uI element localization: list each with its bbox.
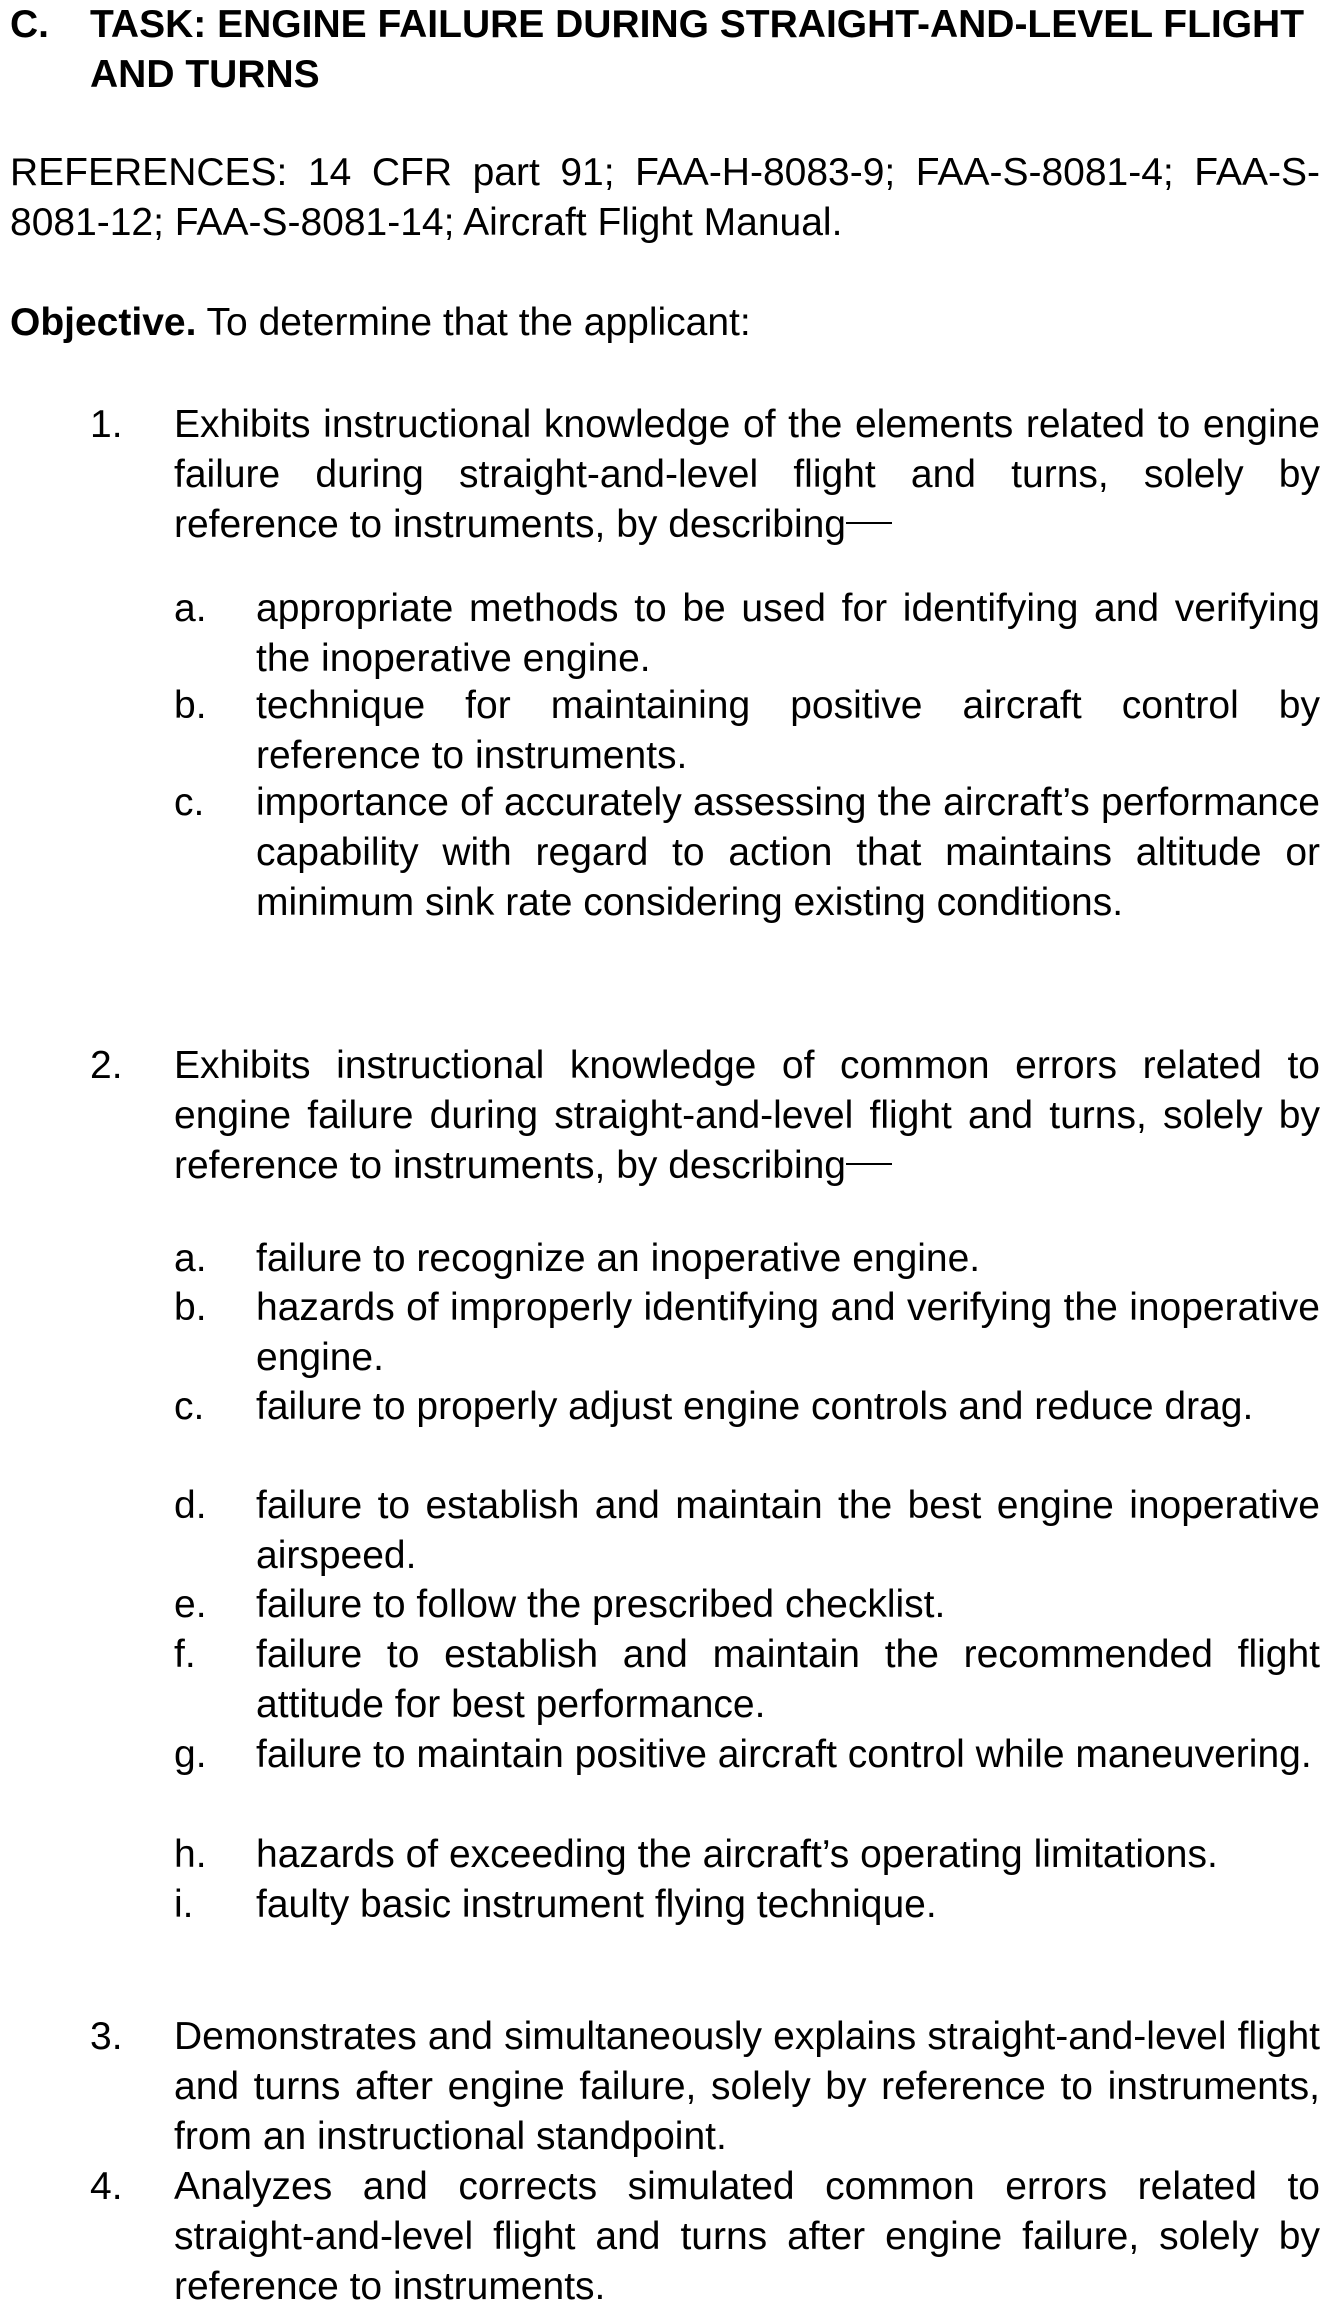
item-text: Exhibits instructional knowledge of the … <box>174 400 1320 550</box>
sub-item-letter: h. <box>174 1833 207 1876</box>
item-text: Demonstrates and simultaneously explains… <box>174 2015 1320 2158</box>
sub-item-text: failure to properly adjust engine contro… <box>256 1385 1254 1428</box>
item-number: 2. <box>90 1044 123 1087</box>
item-text: Analyzes and corrects simulated common e… <box>174 2165 1320 2308</box>
sub-item-text: hazards of improperly identifying and ve… <box>256 1286 1320 1379</box>
sub-item-letter: a. <box>174 587 207 630</box>
item-text-content: Exhibits instructional knowledge of comm… <box>174 1044 1320 1187</box>
sub-item-text: failure to recognize an inoperative engi… <box>256 1237 981 1280</box>
references: REFERENCES: 14 CFR part 91; FAA-H-8083-9… <box>10 151 1320 244</box>
sub-item-letter: f. <box>174 1633 196 1676</box>
item-number: 3. <box>90 2015 123 2058</box>
task-title: TASK: ENGINE FAILURE DURING STRAIGHT-AND… <box>90 3 1305 96</box>
objective-text: To determine that the applicant: <box>196 301 751 344</box>
sub-item-letter: c. <box>174 1385 205 1428</box>
sub-item-text: failure to establish and maintain the re… <box>256 1633 1320 1726</box>
sub-item-text: failure to follow the prescribed checkli… <box>256 1583 946 1626</box>
item-text: Exhibits instructional knowledge of comm… <box>174 1041 1320 1191</box>
sub-item-letter: i. <box>174 1883 194 1926</box>
task-letter: C. <box>10 3 49 46</box>
sub-item-letter: a. <box>174 1237 207 1280</box>
sub-item-letter: g. <box>174 1733 207 1776</box>
sub-item-text: technique for maintaining positive aircr… <box>256 684 1320 777</box>
sub-item-letter: b. <box>174 1286 207 1329</box>
sub-item-text: faulty basic instrument flying technique… <box>256 1883 937 1926</box>
objective-label: Objective. <box>10 301 197 344</box>
item-number: 4. <box>90 2165 123 2208</box>
sub-item-letter: c. <box>174 781 205 824</box>
sub-item-text: appropriate methods to be used for ident… <box>256 587 1320 680</box>
sub-item-text: failure to maintain positive aircraft co… <box>256 1733 1312 1776</box>
item-text-content: Exhibits instructional knowledge of the … <box>174 403 1320 546</box>
item-number: 1. <box>90 403 123 446</box>
sub-item-letter: b. <box>174 684 207 727</box>
objective: Objective. To determine that the applica… <box>10 298 751 348</box>
em-dash <box>846 1162 892 1165</box>
sub-item-letter: d. <box>174 1484 207 1527</box>
sub-item-text: failure to establish and maintain the be… <box>256 1484 1320 1577</box>
em-dash <box>846 521 892 524</box>
sub-item-text: importance of accurately assessing the a… <box>256 781 1320 924</box>
sub-item-text: hazards of exceeding the aircraft’s oper… <box>256 1833 1218 1876</box>
sub-item-letter: e. <box>174 1583 207 1626</box>
